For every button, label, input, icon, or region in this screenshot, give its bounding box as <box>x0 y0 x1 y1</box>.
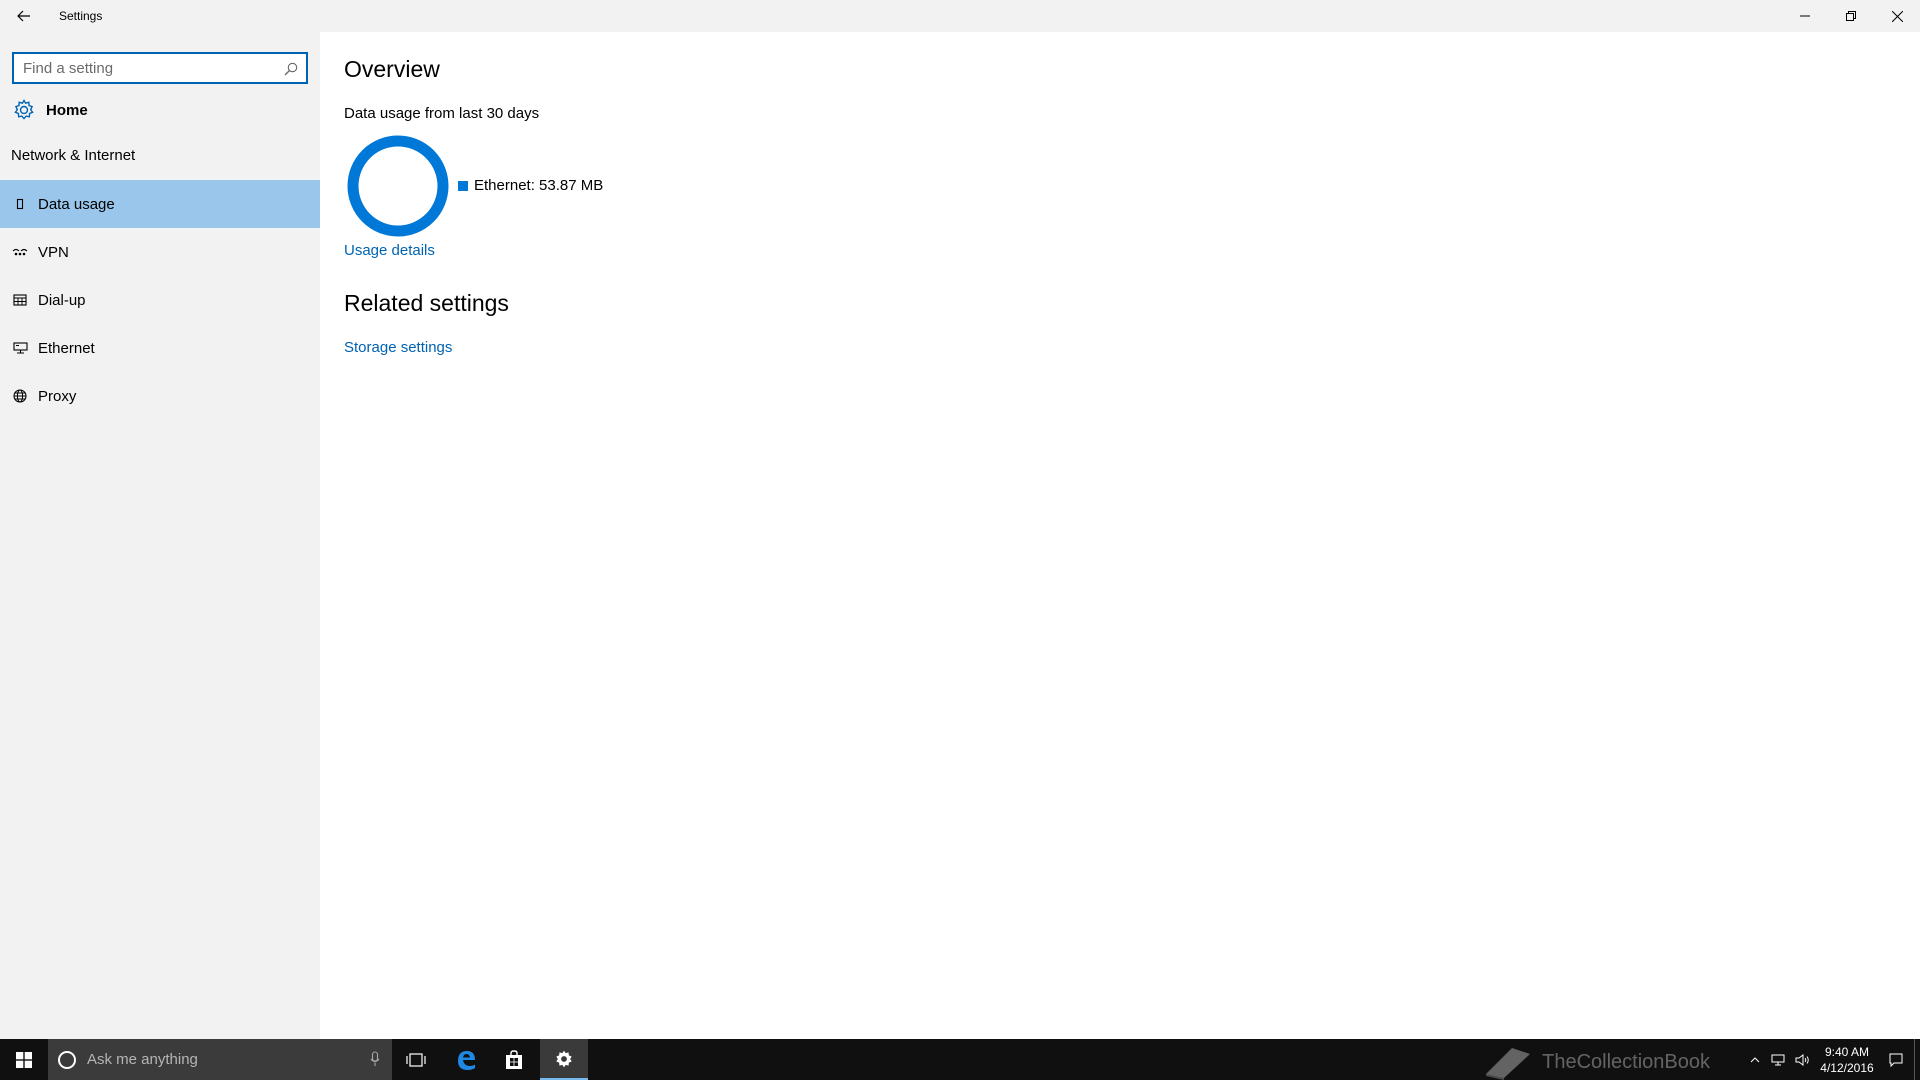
minimize-button[interactable] <box>1782 0 1828 32</box>
watermark-text: TheCollectionBook <box>1542 1050 1710 1073</box>
sidebar-item-label: VPN <box>38 243 69 261</box>
show-hidden-icons-button[interactable] <box>1744 1039 1766 1080</box>
sidebar-item-label: Dial-up <box>38 291 86 309</box>
task-view-icon <box>406 1052 426 1067</box>
data-usage-icon <box>12 196 28 212</box>
title-bar: Settings <box>0 0 1920 32</box>
sidebar-item-label: Proxy <box>38 387 77 405</box>
action-center-button[interactable] <box>1878 1039 1914 1080</box>
edge-icon <box>458 1050 475 1070</box>
settings-taskbar-button[interactable] <box>540 1039 588 1080</box>
microphone-icon[interactable] <box>370 1051 380 1067</box>
restore-icon <box>1846 11 1856 21</box>
store-icon <box>506 1049 522 1069</box>
taskbar-search-box[interactable]: Ask me anything <box>48 1039 392 1080</box>
section-title: Network & Internet <box>11 147 136 164</box>
watermark: TheCollectionBook <box>1482 1044 1710 1080</box>
volume-tray-button[interactable] <box>1790 1039 1816 1080</box>
search-box <box>12 52 308 84</box>
sidebar: Home Network & Internet Data usage VPN <box>0 32 320 1039</box>
window-controls <box>1782 0 1920 32</box>
gear-icon <box>556 1050 572 1067</box>
close-icon <box>1891 10 1903 22</box>
system-tray: 9:40 AM 4/12/2016 <box>1744 1039 1920 1080</box>
home-nav-item[interactable]: Home <box>0 88 320 132</box>
usage-period-label: Data usage from last 30 days <box>344 105 540 122</box>
restore-button[interactable] <box>1828 0 1874 32</box>
search-icon[interactable] <box>282 60 300 78</box>
sidebar-item-label: Ethernet <box>38 339 95 357</box>
nav-list: Data usage VPN Dial-up Ethernet Proxy <box>0 180 320 420</box>
notification-icon <box>1889 1053 1903 1067</box>
start-button[interactable] <box>0 1039 48 1080</box>
storage-settings-link[interactable]: Storage settings <box>344 339 452 356</box>
search-input[interactable] <box>14 58 274 78</box>
clock-date: 4/12/2016 <box>1820 1060 1874 1075</box>
chevron-up-icon <box>1750 1056 1760 1062</box>
store-button[interactable] <box>490 1039 538 1080</box>
window-title: Settings <box>59 9 103 23</box>
windows-logo-icon <box>16 1051 32 1068</box>
usage-legend: Ethernet: 53.87 MB <box>458 177 603 194</box>
dial-up-icon <box>12 292 28 308</box>
main-content: Overview Data usage from last 30 days Et… <box>320 32 1920 1039</box>
related-settings-title: Related settings <box>344 290 509 316</box>
cortana-icon <box>58 1050 76 1069</box>
legend-label: Ethernet: 53.87 MB <box>474 177 604 194</box>
network-icon <box>1771 1054 1785 1065</box>
task-view-button[interactable] <box>392 1039 440 1080</box>
taskbar-search-placeholder: Ask me anything <box>87 1051 198 1068</box>
ethernet-icon <box>12 340 28 356</box>
gear-icon <box>14 99 34 120</box>
close-button[interactable] <box>1874 0 1920 32</box>
sidebar-item-vpn[interactable]: VPN <box>0 228 320 276</box>
globe-icon <box>12 388 28 404</box>
edge-button[interactable] <box>442 1039 490 1080</box>
show-desktop-button[interactable] <box>1914 1039 1920 1080</box>
vpn-icon <box>12 244 28 260</box>
volume-icon <box>1795 1053 1809 1066</box>
sidebar-item-dial-up[interactable]: Dial-up <box>0 276 320 324</box>
book-logo-icon <box>1486 1048 1531 1080</box>
minimize-icon <box>1800 15 1810 17</box>
clock-time: 9:40 AM <box>1824 1044 1869 1059</box>
sidebar-item-data-usage[interactable]: Data usage <box>0 180 320 228</box>
page-title: Overview <box>344 56 440 82</box>
sidebar-item-label: Data usage <box>38 195 115 213</box>
taskbar: Ask me anything TheCollectionBook 9:40 A… <box>0 1039 1920 1080</box>
sidebar-item-ethernet[interactable]: Ethernet <box>0 324 320 372</box>
back-arrow-icon <box>17 10 30 22</box>
back-button[interactable] <box>0 0 48 32</box>
legend-swatch <box>458 180 468 191</box>
home-label: Home <box>46 101 88 119</box>
usage-details-link[interactable]: Usage details <box>344 242 435 259</box>
clock[interactable]: 9:40 AM 4/12/2016 <box>1816 1039 1878 1080</box>
network-tray-button[interactable] <box>1766 1039 1790 1080</box>
sidebar-item-proxy[interactable]: Proxy <box>0 372 320 420</box>
data-usage-donut <box>347 135 449 237</box>
